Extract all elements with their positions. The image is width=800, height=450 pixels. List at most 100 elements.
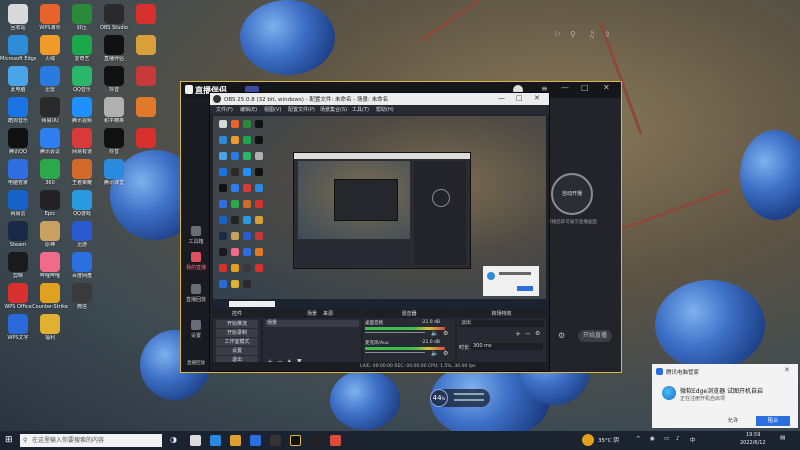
settings-button[interactable]: 设置 bbox=[216, 347, 258, 355]
menu-scene-collection[interactable]: 场景集合(S) bbox=[320, 106, 347, 113]
desktop-icon[interactable] bbox=[136, 4, 156, 24]
obs-maximize-icon[interactable]: □ bbox=[516, 94, 523, 102]
desktop-icon[interactable] bbox=[72, 283, 92, 303]
desktop-icon[interactable] bbox=[72, 4, 92, 24]
menu-view[interactable]: 视图(V) bbox=[264, 106, 281, 113]
desktop-icon[interactable] bbox=[8, 4, 28, 24]
desktop-icon[interactable] bbox=[104, 97, 124, 117]
block-button[interactable]: 阻止 bbox=[756, 416, 790, 426]
desktop-icon[interactable] bbox=[72, 128, 92, 148]
desktop-icon[interactable] bbox=[40, 159, 60, 179]
gear-icon[interactable]: ⚙ bbox=[443, 350, 448, 357]
desktop-icon[interactable] bbox=[40, 283, 60, 303]
taskbar-app-explorer[interactable] bbox=[190, 435, 201, 446]
speaker-icon[interactable]: 🔈 bbox=[431, 330, 438, 337]
desktop-icon[interactable] bbox=[72, 35, 92, 55]
obs-close-icon[interactable]: ✕ bbox=[534, 94, 540, 102]
sidebar-item-replay[interactable]: 直播回放 bbox=[182, 284, 210, 303]
desktop-icon[interactable] bbox=[104, 4, 124, 24]
desktop-icon[interactable] bbox=[40, 4, 60, 24]
sidebar-item-settings[interactable]: 设置 bbox=[182, 320, 210, 339]
desktop-icon[interactable] bbox=[40, 190, 60, 210]
taskbar-app-store[interactable] bbox=[250, 435, 261, 446]
taskbar-app-tiktok[interactable] bbox=[310, 435, 321, 446]
menu-file[interactable]: 文件(F) bbox=[216, 106, 233, 113]
taskbar-app-recorder[interactable] bbox=[330, 435, 341, 446]
desktop-icon[interactable] bbox=[40, 35, 60, 55]
volume-icon[interactable]: ♪ bbox=[676, 436, 680, 442]
tray-app-icon[interactable]: ◉ bbox=[650, 436, 655, 442]
bell-icon[interactable]: ♫ bbox=[588, 30, 595, 39]
weather-text[interactable]: 35°C 阴 bbox=[598, 436, 619, 444]
studio-mode-button[interactable]: 工作室模式 bbox=[216, 338, 258, 346]
task-view-icon[interactable]: ◑ bbox=[170, 435, 177, 444]
minimize-icon[interactable]: — bbox=[561, 83, 569, 92]
desktop-icon[interactable] bbox=[8, 283, 28, 303]
close-icon[interactable]: ✕ bbox=[603, 83, 610, 92]
start-live-button[interactable]: 开始直播 bbox=[578, 330, 612, 342]
start-record-button[interactable]: 开始录制 bbox=[216, 329, 258, 337]
desktop-icon[interactable] bbox=[8, 35, 28, 55]
desktop-icon[interactable] bbox=[40, 314, 60, 334]
remove-transition-icon[interactable]: − bbox=[525, 330, 531, 338]
menu-tools[interactable]: 工具(T) bbox=[352, 106, 369, 113]
speaker-icon[interactable]: 🔈 bbox=[431, 350, 438, 357]
desktop-icon[interactable] bbox=[72, 190, 92, 210]
desktop-icon[interactable] bbox=[8, 128, 28, 148]
menu-profile[interactable]: 配置文件(P) bbox=[288, 106, 315, 113]
gear-icon[interactable]: ⚙ bbox=[558, 331, 565, 340]
add-transition-icon[interactable]: + bbox=[515, 330, 521, 338]
desktop-icon[interactable] bbox=[8, 314, 28, 334]
windows-start-icon[interactable]: ⊞ bbox=[5, 435, 13, 445]
share-icon[interactable]: ⇪ bbox=[604, 30, 611, 39]
desktop-icon[interactable] bbox=[136, 35, 156, 55]
taskbar-search-input[interactable]: ⚲ 在这里输入你要搜索的内容 bbox=[20, 434, 162, 447]
obs-preview[interactable] bbox=[213, 116, 546, 309]
start-stream-button[interactable]: 开始推流 bbox=[216, 320, 258, 328]
desktop-icon[interactable] bbox=[8, 252, 28, 272]
desktop-icon[interactable] bbox=[8, 97, 28, 117]
auto-start-button[interactable]: 自动开播 bbox=[551, 173, 593, 215]
desktop-icon[interactable] bbox=[8, 159, 28, 179]
desktop-icon[interactable] bbox=[40, 97, 60, 117]
desktop-icon[interactable] bbox=[136, 97, 156, 117]
desktop-icon[interactable] bbox=[136, 66, 156, 86]
taskbar-app-obs[interactable] bbox=[270, 435, 281, 446]
desktop-icon[interactable] bbox=[72, 252, 92, 272]
taskbar-app-edge[interactable] bbox=[210, 435, 221, 446]
duration-input[interactable]: 300 ms bbox=[471, 343, 543, 350]
menu-help[interactable]: 帮助(H) bbox=[376, 106, 394, 113]
desktop-icon[interactable] bbox=[104, 128, 124, 148]
desktop-icon[interactable] bbox=[40, 128, 60, 148]
desktop-icon[interactable] bbox=[72, 97, 92, 117]
sidebar-item-my-live[interactable]: 我的直播 bbox=[182, 252, 210, 271]
desktop-icon[interactable] bbox=[72, 221, 92, 241]
taskbar-app-folder[interactable] bbox=[230, 435, 241, 446]
transition-select[interactable]: 淡出 bbox=[459, 320, 544, 327]
volume-slider[interactable] bbox=[365, 352, 425, 353]
obs-minimize-icon[interactable]: — bbox=[498, 94, 505, 102]
cart-icon[interactable]: ⚐ bbox=[554, 30, 561, 39]
volume-slider[interactable] bbox=[365, 332, 425, 333]
desktop-icon[interactable] bbox=[104, 35, 124, 55]
clock-date[interactable]: 2022/6/12 bbox=[740, 440, 766, 446]
desktop-icon[interactable] bbox=[40, 221, 60, 241]
desktop-icon[interactable] bbox=[40, 66, 60, 86]
gift-icon[interactable]: ⚲ bbox=[570, 30, 576, 39]
desktop-icon[interactable] bbox=[8, 221, 28, 241]
gear-icon[interactable]: ⚙ bbox=[443, 330, 448, 337]
maximize-icon[interactable]: □ bbox=[581, 83, 589, 92]
input-lang[interactable]: 中 bbox=[690, 436, 696, 444]
sidebar-item-toolbox[interactable]: 工具箱 bbox=[182, 226, 210, 245]
clock-time[interactable]: 19:59 bbox=[746, 432, 760, 438]
gear-icon[interactable]: ⚙ bbox=[535, 330, 540, 337]
allow-button[interactable]: 允许 bbox=[716, 416, 750, 426]
network-icon[interactable]: ▭ bbox=[664, 436, 669, 442]
taskbar-app-live[interactable] bbox=[290, 435, 301, 446]
desktop-icon[interactable] bbox=[104, 66, 124, 86]
desktop-icon[interactable] bbox=[72, 66, 92, 86]
desktop-icon[interactable] bbox=[8, 190, 28, 210]
speed-bubble[interactable]: 44% bbox=[430, 389, 490, 407]
menu-edit[interactable]: 编辑(E) bbox=[240, 106, 257, 113]
scene-list-item[interactable]: 场景 bbox=[265, 320, 359, 327]
